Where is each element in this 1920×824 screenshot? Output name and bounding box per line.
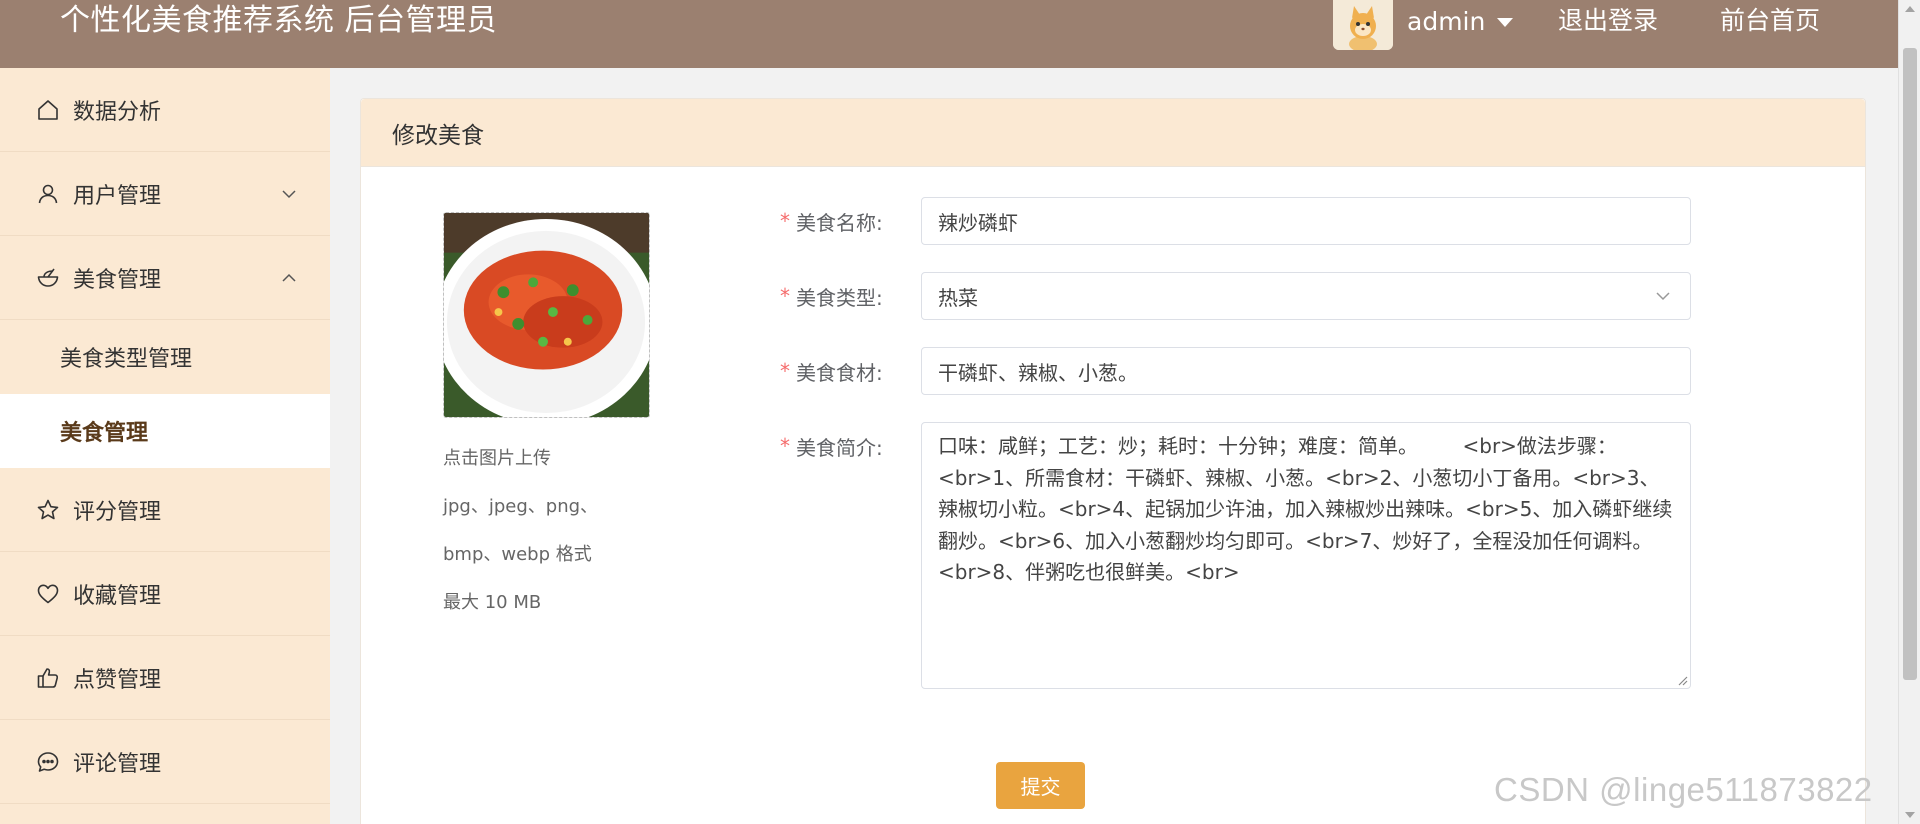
required-mark: * xyxy=(780,284,790,308)
upload-size-hint: 最大 10 MB xyxy=(443,592,542,613)
food-ingredients-input[interactable]: 干磷虾、辣椒、小葱。 xyxy=(921,347,1691,395)
sidebar-subitem-food-management[interactable]: 美食管理 xyxy=(0,394,330,468)
username-label: admin xyxy=(1407,6,1486,36)
sidebar-item-label: 数据分析 xyxy=(73,99,162,125)
fried-shrimp-dish-image xyxy=(444,213,649,417)
frontend-home-link[interactable]: 前台首页 xyxy=(1720,2,1820,40)
chevron-down-icon xyxy=(280,185,298,203)
food-name-label: * 美食名称: xyxy=(780,198,883,244)
comment-icon xyxy=(36,750,60,774)
sidebar-item-like-management[interactable]: 点赞管理 xyxy=(0,636,330,720)
upload-hint: 点击图片上传 xyxy=(443,448,551,469)
food-image-upload[interactable] xyxy=(443,212,650,418)
sidebar-item-rating-management[interactable]: 评分管理 xyxy=(0,468,330,552)
top-header: 个性化美食推荐系统 后台管理员 admin 退出登录 前台首页 xyxy=(0,0,1898,68)
sidebar-item-label: 点赞管理 xyxy=(73,667,162,693)
food-ingredients-label: * 美食食材: xyxy=(780,348,883,394)
food-type-label-text: 美食类型: xyxy=(796,285,883,310)
resize-handle-icon[interactable] xyxy=(1676,674,1688,686)
submit-button[interactable]: 提交 xyxy=(996,762,1085,809)
star-icon xyxy=(36,498,60,522)
sidebar-item-label: 评论管理 xyxy=(73,751,162,777)
sidebar-item-comment-management[interactable]: 评论管理 xyxy=(0,720,330,804)
card-title: 修改美食 xyxy=(361,99,1865,167)
bowl-icon xyxy=(36,266,60,290)
caret-down-icon xyxy=(1497,18,1514,27)
thumb-up-icon xyxy=(36,666,60,690)
food-name-input[interactable]: 辣炒磷虾 xyxy=(921,197,1691,245)
logout-link[interactable]: 退出登录 xyxy=(1558,2,1658,40)
scrollbar-thumb[interactable] xyxy=(1903,48,1917,680)
chevron-down-icon xyxy=(1654,287,1672,305)
food-intro-textarea[interactable]: 口味：咸鲜；工艺：炒；耗时：十分钟；难度：简单。 <br>做法步骤：<br>1、… xyxy=(921,422,1691,689)
sidebar-item-label: 用户管理 xyxy=(73,183,162,209)
sidebar-item-data-analysis[interactable]: 数据分析 xyxy=(0,68,330,152)
sidebar-item-user-management[interactable]: 用户管理 xyxy=(0,152,330,236)
cartoon-cat-avatar-icon xyxy=(1333,0,1393,50)
upload-format-hint: jpg、jpeg、png、 xyxy=(443,496,599,517)
heart-icon xyxy=(36,582,60,606)
sidebar-item-food-management[interactable]: 美食管理 xyxy=(0,236,330,320)
food-intro-label-text: 美食简介: xyxy=(796,435,883,460)
food-type-select[interactable]: 热菜 xyxy=(921,272,1691,320)
scroll-up-arrow-icon[interactable] xyxy=(1905,6,1915,12)
app-title: 个性化美食推荐系统 后台管理员 xyxy=(60,3,498,38)
food-type-selected-value: 热菜 xyxy=(938,285,978,310)
food-type-label: * 美食类型: xyxy=(780,273,883,319)
required-mark: * xyxy=(780,359,790,383)
required-mark: * xyxy=(780,209,790,233)
sidebar-item-label: 评分管理 xyxy=(73,499,162,525)
food-intro-label: * 美食简介: xyxy=(780,423,883,469)
user-icon xyxy=(36,182,60,206)
user-avatar[interactable] xyxy=(1333,0,1393,50)
watermark: CSDN @linge511873822 xyxy=(1494,771,1873,808)
sidebar-item-label: 美食管理 xyxy=(73,267,162,293)
page-scrollbar[interactable] xyxy=(1898,0,1920,824)
food-ingredients-label-text: 美食食材: xyxy=(796,360,883,385)
required-mark: * xyxy=(780,434,790,458)
upload-format-hint: bmp、webp 格式 xyxy=(443,544,592,565)
sidebar-item-label: 收藏管理 xyxy=(73,583,162,609)
sidebar-subitem-food-type-management[interactable]: 美食类型管理 xyxy=(0,320,330,394)
food-name-label-text: 美食名称: xyxy=(796,210,883,235)
home-icon xyxy=(36,98,60,122)
sidebar: 数据分析 用户管理 美食管理 美食类型管理 美食管理 评分管理 收藏管理 点赞管… xyxy=(0,68,330,824)
sidebar-item-favorites-management[interactable]: 收藏管理 xyxy=(0,552,330,636)
scroll-down-arrow-icon[interactable] xyxy=(1905,812,1915,818)
user-dropdown[interactable]: admin xyxy=(1407,2,1514,40)
chevron-up-icon xyxy=(280,269,298,287)
